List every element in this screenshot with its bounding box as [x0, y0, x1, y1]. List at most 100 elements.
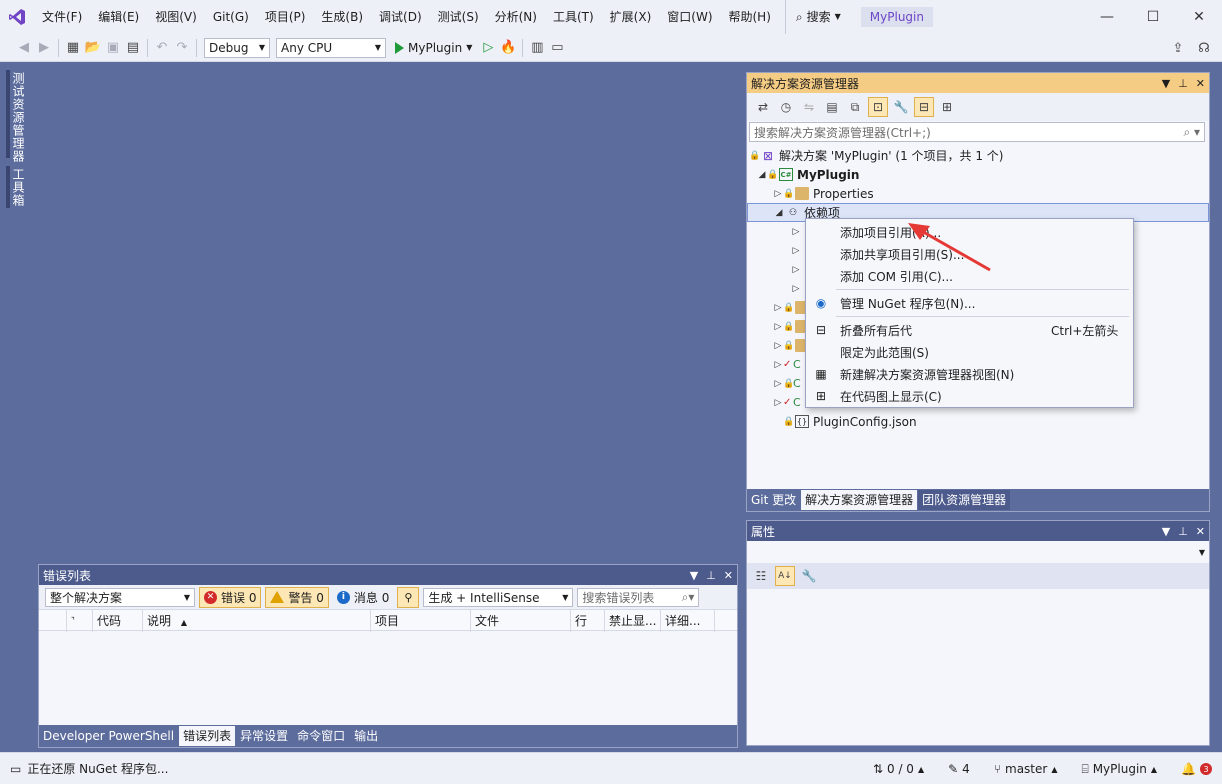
share-icon[interactable]: ⇪ — [1168, 38, 1188, 58]
properties-icon[interactable]: 🔧 — [891, 97, 911, 117]
new-project-icon[interactable]: ▦ — [63, 38, 83, 58]
code-map-icon[interactable]: ⊞ — [937, 97, 957, 117]
tab-test-explorer[interactable]: 测试资源管理器 — [11, 72, 27, 163]
tab-team-explorer[interactable]: 团队资源管理器 — [918, 490, 1011, 510]
column-status[interactable] — [39, 610, 67, 632]
column-details[interactable]: 详细... — [661, 610, 715, 632]
close-icon[interactable]: ✕ — [724, 569, 733, 582]
menu-test[interactable]: 测试(S) — [430, 0, 487, 34]
categorized-icon[interactable]: ☷ — [751, 566, 771, 586]
start-debugging-button[interactable]: MyPlugin ▼ — [395, 41, 472, 55]
close-icon[interactable]: ✕ — [1196, 77, 1205, 90]
platform-select[interactable]: Any CPU ▼ — [276, 37, 386, 58]
solution-folder-icon[interactable]: ▥ — [527, 38, 547, 58]
panel-options-icon[interactable]: ▼ — [1162, 77, 1170, 90]
navigate-forward-icon[interactable]: ▶ — [34, 38, 54, 58]
redo-icon[interactable]: ↷ — [172, 38, 192, 58]
tree-row-properties[interactable]: ▷ 🔒 Properties — [747, 184, 1209, 203]
properties-object-select[interactable]: ▼ — [747, 541, 1209, 563]
tab-toolbox[interactable]: 工具箱 — [11, 168, 27, 207]
refresh-icon[interactable]: ▤ — [822, 97, 842, 117]
filter-button[interactable]: ⚲ — [397, 586, 420, 608]
collapsed-icon[interactable]: ▷ — [773, 322, 783, 332]
tab-command-window[interactable]: 命令窗口 — [293, 726, 349, 746]
menu-item-collapse-all[interactable]: ⊟ 折叠所有后代 Ctrl+左箭头 — [806, 319, 1133, 341]
collapsed-icon[interactable]: ▷ — [791, 265, 801, 275]
collapsed-icon[interactable]: ▷ — [773, 360, 783, 370]
panel-options-icon[interactable]: ▼ — [690, 569, 698, 582]
collapsed-icon[interactable]: ▷ — [773, 379, 783, 389]
search-menu[interactable]: ⌕ 搜索 ▼ — [784, 0, 849, 34]
menu-project[interactable]: 项目(P) — [257, 0, 314, 34]
tree-row-project[interactable]: ◢ 🔒 C# MyPlugin — [747, 165, 1209, 184]
collapsed-icon[interactable]: ▷ — [791, 246, 801, 256]
save-icon[interactable]: ▣ — [103, 38, 123, 58]
pending-edits-status[interactable]: ✎ 4 — [948, 762, 970, 776]
hot-reload-icon[interactable]: 🔥 — [498, 38, 518, 58]
panel-options-icon[interactable]: ▼ — [1162, 525, 1170, 538]
error-scope-select[interactable]: 整个解决方案 ▼ — [45, 587, 195, 607]
menu-view[interactable]: 视图(V) — [147, 0, 205, 34]
feedback-icon[interactable]: ☊ — [1194, 38, 1214, 58]
tree-row-config-file[interactable]: 🔒 {} PluginConfig.json — [747, 412, 1209, 431]
tab-output[interactable]: 输出 — [350, 726, 382, 746]
menu-window[interactable]: 窗口(W) — [659, 0, 720, 34]
undo-icon[interactable]: ↶ — [152, 38, 172, 58]
column-file[interactable]: 文件 — [471, 610, 571, 632]
warnings-filter-button[interactable]: 警告 0 — [265, 586, 329, 608]
tree-row-solution[interactable]: 🔒 ⊠ 解决方案 'MyPlugin' (1 个项目，共 1 个) — [747, 146, 1209, 165]
column-description[interactable]: 说明 ▲ — [143, 610, 371, 632]
open-file-icon[interactable]: 📂 — [83, 38, 103, 58]
build-filter-select[interactable]: 生成 + IntelliSense ▼ — [423, 587, 574, 607]
solution-explorer-search[interactable]: 搜索解决方案资源管理器(Ctrl+;) ⌕ ▾ — [749, 122, 1205, 142]
menu-help[interactable]: 帮助(H) — [721, 0, 779, 34]
collapsed-icon[interactable]: ▷ — [791, 284, 801, 294]
navigate-back-icon[interactable]: ◀ — [14, 38, 34, 58]
window-layout-icon[interactable]: ▭ — [547, 38, 567, 58]
menu-item-new-view[interactable]: ▦ 新建解决方案资源管理器视图(N) — [806, 363, 1133, 385]
menu-item-show-on-code-map[interactable]: ⊞ 在代码图上显示(C) — [806, 385, 1133, 407]
pin-icon[interactable]: ⊥ — [706, 569, 716, 582]
property-pages-icon[interactable]: 🔧 — [799, 566, 819, 586]
column-line[interactable]: 行 — [571, 610, 605, 632]
column-suppression[interactable]: 禁止显... — [605, 610, 661, 632]
close-icon[interactable]: ✕ — [1196, 525, 1205, 538]
preview-selected-items-icon[interactable]: ⊟ — [914, 97, 934, 117]
configuration-select[interactable]: Debug ▼ — [204, 37, 270, 58]
menu-tools[interactable]: 工具(T) — [545, 0, 602, 34]
menu-edit[interactable]: 编辑(E) — [90, 0, 147, 34]
tab-solution-explorer[interactable]: 解决方案资源管理器 — [801, 490, 918, 510]
output-window-icon[interactable]: ▭ — [10, 762, 21, 776]
notifications-button[interactable]: 🔔 3 — [1181, 762, 1212, 776]
menu-git[interactable]: Git(G) — [205, 0, 257, 34]
git-sync-status[interactable]: ⇅ 0 / 0 ▲ — [873, 762, 924, 776]
expanded-icon[interactable]: ◢ — [774, 208, 784, 218]
maximize-button[interactable]: ☐ — [1130, 0, 1176, 34]
collapsed-icon[interactable]: ▷ — [773, 398, 783, 408]
tab-error-list[interactable]: 错误列表 — [179, 726, 236, 746]
collapsed-icon[interactable]: ▷ — [773, 341, 783, 351]
column-sort-toggle[interactable]: ⌝ — [67, 610, 93, 632]
start-without-debugging-icon[interactable]: ▷ — [478, 38, 498, 58]
menu-analyze[interactable]: 分析(N) — [487, 0, 545, 34]
menu-item-scope-to-this[interactable]: 限定为此范围(S) — [806, 341, 1133, 363]
errors-filter-button[interactable]: ✕ 错误 0 — [199, 586, 262, 608]
column-code[interactable]: 代码 — [93, 610, 143, 632]
repository-status[interactable]: ⌸ MyPlugin ▲ — [1082, 762, 1158, 777]
pin-icon[interactable]: ⊥ — [1178, 77, 1188, 90]
sync-active-document-icon[interactable]: ⇋ — [799, 97, 819, 117]
pending-changes-filter-icon[interactable]: ◷ — [776, 97, 796, 117]
alphabetical-icon[interactable]: A↓ — [775, 566, 795, 586]
collapsed-icon[interactable]: ▷ — [773, 189, 783, 199]
save-all-icon[interactable]: ▤ — [123, 38, 143, 58]
show-all-files-icon[interactable]: ⊡ — [868, 97, 888, 117]
messages-filter-button[interactable]: i 消息 0 — [333, 587, 393, 608]
error-search-input[interactable]: 搜索错误列表 ⌕▾ — [577, 587, 700, 607]
menu-debug[interactable]: 调试(D) — [371, 0, 430, 34]
menu-file[interactable]: 文件(F) — [34, 0, 90, 34]
pin-icon[interactable]: ⊥ — [1178, 525, 1188, 538]
menu-extensions[interactable]: 扩展(X) — [602, 0, 660, 34]
collapsed-icon[interactable]: ▷ — [791, 227, 801, 237]
tab-git-changes[interactable]: Git 更改 — [747, 490, 800, 510]
tab-developer-powershell[interactable]: Developer PowerShell — [39, 726, 178, 746]
